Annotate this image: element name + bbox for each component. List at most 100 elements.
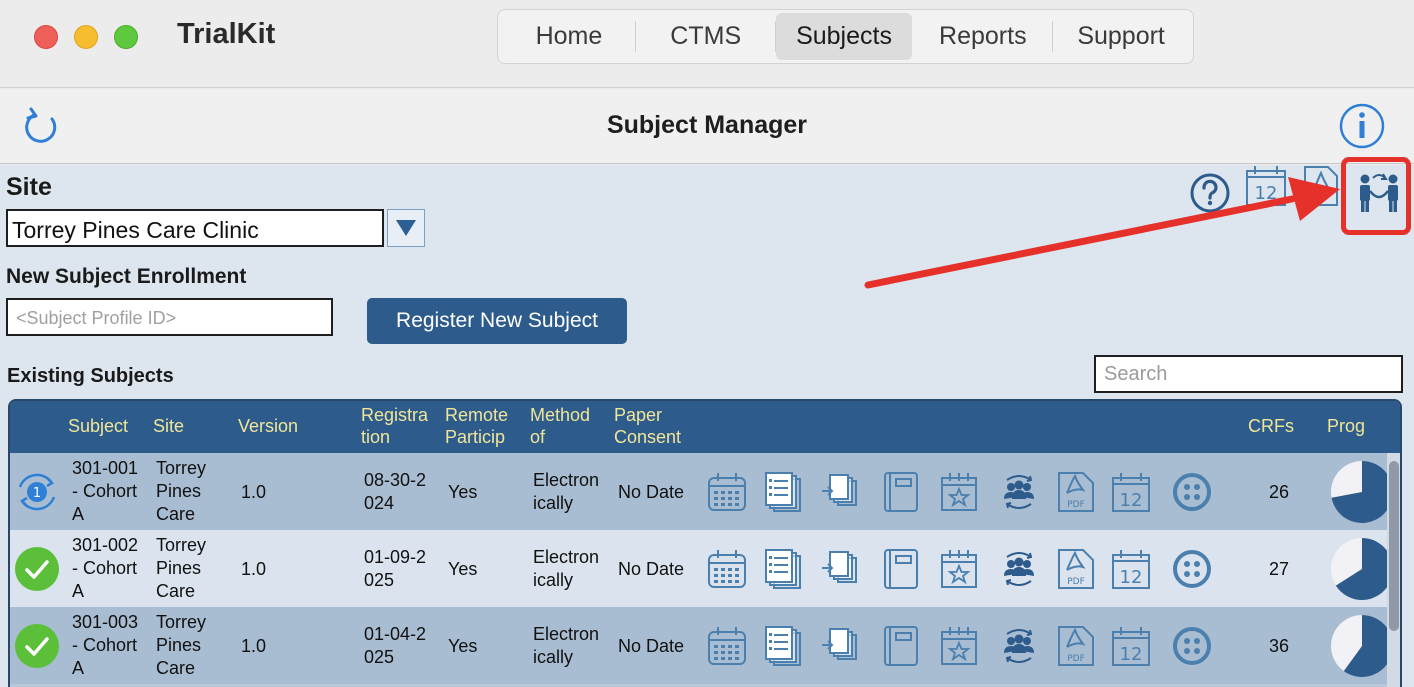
tab-subjects[interactable]: Subjects — [775, 13, 913, 60]
header-subject[interactable]: Subject — [68, 415, 128, 437]
site-cell: Torrey Pines Care — [156, 457, 206, 526]
site-line: Pines — [156, 635, 202, 655]
header-remote[interactable]: Remote Particip — [445, 404, 508, 448]
close-window-button[interactable] — [34, 25, 58, 49]
import-forms-icon[interactable] — [820, 625, 860, 667]
table-row-3[interactable]: 301-003 - Cohort A Torrey Pines Care 1.0… — [10, 607, 1400, 684]
crfs-cell: 36 — [1268, 636, 1290, 656]
group-sync-icon[interactable] — [999, 625, 1039, 667]
pdf-icon[interactable] — [1302, 165, 1340, 207]
subject-line: A — [72, 504, 85, 524]
register-new-subject-button[interactable]: Register New Subject — [367, 298, 627, 344]
help-icon[interactable] — [1189, 172, 1231, 214]
existing-subjects-label: Existing Subjects — [7, 365, 174, 387]
import-forms-icon[interactable] — [820, 548, 860, 590]
calendar-icon[interactable]: 12 — [1245, 165, 1287, 207]
header-registration[interactable]: Registra tion — [361, 404, 428, 448]
table-scrollbar[interactable] — [1387, 453, 1400, 687]
site-dropdown-button[interactable] — [387, 209, 425, 247]
subject-profile-id-input[interactable]: <Subject Profile ID> — [6, 298, 333, 336]
schedule-star-icon[interactable] — [939, 625, 979, 667]
subject-id-cell: 301-002 - Cohort A — [72, 534, 138, 603]
subject-line: A — [72, 658, 85, 678]
menu-dots-icon[interactable] — [1172, 471, 1212, 513]
group-sync-icon[interactable] — [999, 548, 1039, 590]
tab-reports[interactable]: Reports — [912, 13, 1054, 60]
subject-line: - Cohort — [72, 558, 138, 578]
version-cell: 1.0 — [241, 559, 267, 579]
subject-manager-content: Site Torrey Pines Care Clinic New Subjec… — [0, 157, 1414, 687]
site-line: Torrey — [156, 535, 207, 555]
sync-pending-icon[interactable]: 1 — [14, 469, 60, 515]
header-version[interactable]: Version — [238, 415, 298, 437]
header-paper-consent[interactable]: Paper Consent — [614, 404, 681, 448]
progress-pie — [1331, 461, 1393, 523]
table-row-1[interactable]: 1 301-001 - Cohort A Torrey Pines Care 1… — [10, 453, 1400, 530]
forms-icon[interactable] — [764, 548, 804, 590]
zoom-window-button[interactable] — [114, 25, 138, 49]
scrollbar-thumb[interactable] — [1389, 461, 1399, 631]
subject-line: - Cohort — [72, 481, 138, 501]
book-icon[interactable] — [881, 471, 921, 513]
header-method[interactable]: Method of — [530, 404, 590, 448]
header-method-line2: of — [530, 427, 546, 447]
book-icon[interactable] — [881, 625, 921, 667]
complete-check-icon[interactable] — [14, 623, 60, 669]
site-select[interactable]: Torrey Pines Care Clinic — [6, 209, 384, 247]
pdf-label: PDF — [1067, 654, 1085, 664]
remote-cell: Yes — [448, 482, 478, 502]
search-input[interactable]: Search — [1094, 355, 1403, 393]
progress-pie — [1331, 538, 1393, 600]
method-line: ically — [533, 493, 574, 513]
info-icon[interactable] — [1339, 103, 1385, 149]
table-row-2[interactable]: 301-002 - Cohort A Torrey Pines Care 1.0… — [10, 530, 1400, 607]
visit-calendar-icon[interactable] — [707, 548, 747, 590]
header-remote-line2: Particip — [445, 427, 506, 447]
method-line: ically — [533, 570, 574, 590]
paper-consent-cell: No Date — [618, 482, 685, 502]
transfer-subjects-icon[interactable] — [1356, 169, 1402, 215]
header-prog[interactable]: Prog — [1327, 415, 1365, 437]
import-forms-icon[interactable] — [820, 471, 860, 513]
pdf-icon[interactable]: PDF — [1056, 625, 1096, 667]
tab-home[interactable]: Home — [502, 13, 636, 60]
calendar-day-label: 12 — [1120, 567, 1143, 588]
chevron-down-icon — [396, 220, 416, 236]
minimize-window-button[interactable] — [74, 25, 98, 49]
subject-line: 301-003 — [72, 612, 139, 632]
site-cell: Torrey Pines Care — [156, 534, 206, 603]
table-header: Subject Site Version Registra tion Remot… — [10, 401, 1400, 453]
site-line: Care — [156, 504, 196, 524]
schedule-star-icon[interactable] — [939, 548, 979, 590]
version-cell: 1.0 — [241, 482, 267, 502]
forms-icon[interactable] — [764, 625, 804, 667]
complete-check-icon[interactable] — [14, 546, 60, 592]
schedule-star-icon[interactable] — [939, 471, 979, 513]
forms-icon[interactable] — [764, 471, 804, 513]
header-paper-line2: Consent — [614, 427, 682, 447]
calendar-day-label: 12 — [1255, 183, 1278, 204]
group-sync-icon[interactable] — [999, 471, 1039, 513]
visit-calendar-icon[interactable] — [707, 471, 747, 513]
registration-line: 01-04-2 — [364, 624, 427, 644]
main-nav: Home CTMS Subjects Reports Support — [497, 9, 1194, 64]
header-paper-line1: Paper — [614, 405, 663, 425]
visit-calendar-icon[interactable] — [707, 625, 747, 667]
pdf-icon[interactable]: PDF — [1056, 548, 1096, 590]
calendar-icon[interactable]: 12 — [1111, 471, 1151, 513]
method-line: Electron — [533, 624, 600, 644]
menu-dots-icon[interactable] — [1172, 625, 1212, 667]
header-remote-line1: Remote — [445, 405, 509, 425]
tab-ctms[interactable]: CTMS — [636, 13, 776, 60]
calendar-icon[interactable]: 12 — [1111, 548, 1151, 590]
book-icon[interactable] — [881, 548, 921, 590]
subject-line: 301-001 — [72, 458, 139, 478]
header-site[interactable]: Site — [153, 415, 184, 437]
calendar-icon[interactable]: 12 — [1111, 625, 1151, 667]
page-title: Subject Manager — [606, 111, 808, 139]
menu-dots-icon[interactable] — [1172, 548, 1212, 590]
site-line: Pines — [156, 558, 202, 578]
tab-support[interactable]: Support — [1053, 13, 1189, 60]
pdf-icon[interactable]: PDF — [1056, 471, 1096, 513]
header-crfs[interactable]: CRFs — [1248, 415, 1294, 437]
